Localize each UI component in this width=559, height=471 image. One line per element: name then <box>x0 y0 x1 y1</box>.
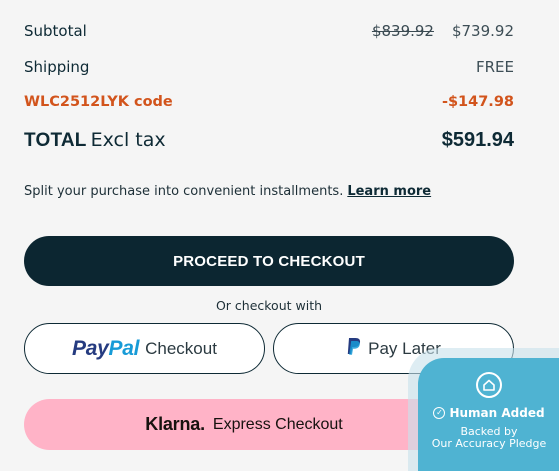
paypal-checkout-button[interactable]: PayPal Checkout <box>24 323 265 374</box>
promo-value: -$147.98 <box>441 94 514 110</box>
badge-title: ✓ Human Added <box>418 406 559 420</box>
pay-later-label: Pay Later <box>368 338 441 358</box>
cart-summary: Subtotal $839.92 $739.92 Shipping FREE W… <box>0 0 559 471</box>
shipping-value: FREE <box>475 58 514 76</box>
paypal-logo-pay: Pay <box>72 336 109 360</box>
proceed-to-checkout-button[interactable]: PROCEED TO CHECKOUT <box>24 236 514 286</box>
total-label-suffix: Excl tax <box>90 129 166 151</box>
subtotal-price: $739.92 <box>451 22 514 40</box>
paypal-p-icon <box>346 337 362 361</box>
klarna-logo: Klarna. <box>145 414 205 434</box>
installments-note: Split your purchase into convenient inst… <box>24 184 431 199</box>
klarna-express-label: Express Checkout <box>212 415 343 433</box>
badge-title-text: Human Added <box>449 406 545 420</box>
paypal-checkout-label: Checkout <box>145 338 217 358</box>
installments-text: Split your purchase into convenient inst… <box>24 184 344 199</box>
shipping-row: Shipping FREE <box>24 58 514 76</box>
human-added-badge[interactable]: ✓ Human Added Backed by Our Accuracy Ple… <box>418 358 559 471</box>
promo-row: WLC2512LYK code -$147.98 <box>24 94 514 110</box>
shipping-label: Shipping <box>24 58 90 76</box>
subtotal-label: Subtotal <box>24 22 87 40</box>
paypal-logo: PayPal <box>72 337 139 361</box>
promo-label: WLC2512LYK code <box>24 94 173 110</box>
total-row: TOTAL Excl tax $591.94 <box>24 129 514 152</box>
paypal-logo-pal: Pal <box>108 336 140 360</box>
total-label-bold: TOTAL <box>24 130 87 151</box>
subtotal-row: Subtotal $839.92 $739.92 <box>24 22 514 40</box>
home-icon <box>476 372 502 398</box>
subtotal-original-price: $839.92 <box>371 22 434 40</box>
check-circle-icon: ✓ <box>433 407 446 419</box>
total-value: $591.94 <box>441 129 514 151</box>
badge-subtitle: Backed by Our Accuracy Pledge <box>418 426 559 450</box>
or-checkout-with: Or checkout with <box>215 298 323 313</box>
learn-more-link[interactable]: Learn more <box>347 184 431 199</box>
total-label: TOTAL Excl tax <box>24 129 166 152</box>
badge-line-2: Our Accuracy Pledge <box>431 437 547 450</box>
